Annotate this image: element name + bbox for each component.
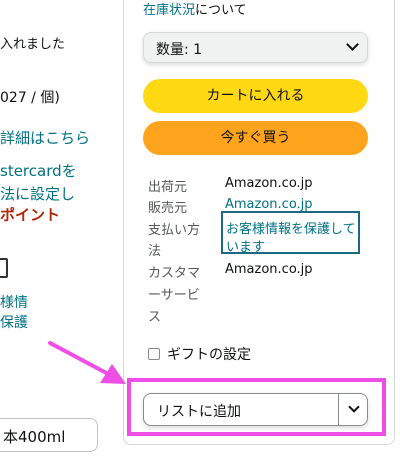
annotation-arrow-icon xyxy=(48,341,126,384)
